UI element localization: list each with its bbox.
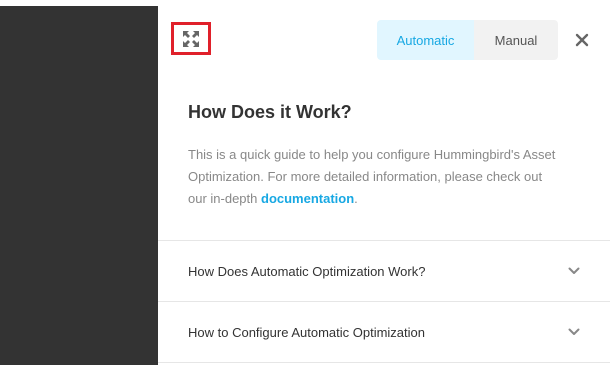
documentation-link[interactable]: documentation [261,191,354,206]
close-icon [575,33,589,47]
chevron-down-icon [568,265,580,277]
page-top-strip [0,0,158,6]
guide-title: How Does it Work? [188,102,352,122]
screen: Automatic Manual How Does it Work? This … [0,0,610,365]
accordion-item-label: How Does Automatic Optimization Work? [188,263,426,279]
manual-mode-button[interactable]: Manual [474,20,558,60]
mode-toggle: Automatic Manual [377,20,558,60]
guide-description: This is a quick guide to help you config… [188,144,560,210]
description-text: This is a quick guide to help you config… [188,147,556,206]
automatic-mode-button[interactable]: Automatic [377,20,474,60]
accordion-item-label: How to Configure Automatic Optimization [188,324,425,340]
close-button[interactable] [569,27,595,53]
accordion-item-configure-automatic-optimization[interactable]: How to Configure Automatic Optimization [158,301,610,362]
description-end: . [354,191,358,206]
collapse-arrows-icon [182,30,200,48]
collapse-button[interactable] [171,22,211,55]
chevron-down-icon [568,326,580,338]
guide-panel: Automatic Manual How Does it Work? This … [158,0,610,365]
accordion-item-automatic-optimization-work[interactable]: How Does Automatic Optimization Work? [158,240,610,301]
